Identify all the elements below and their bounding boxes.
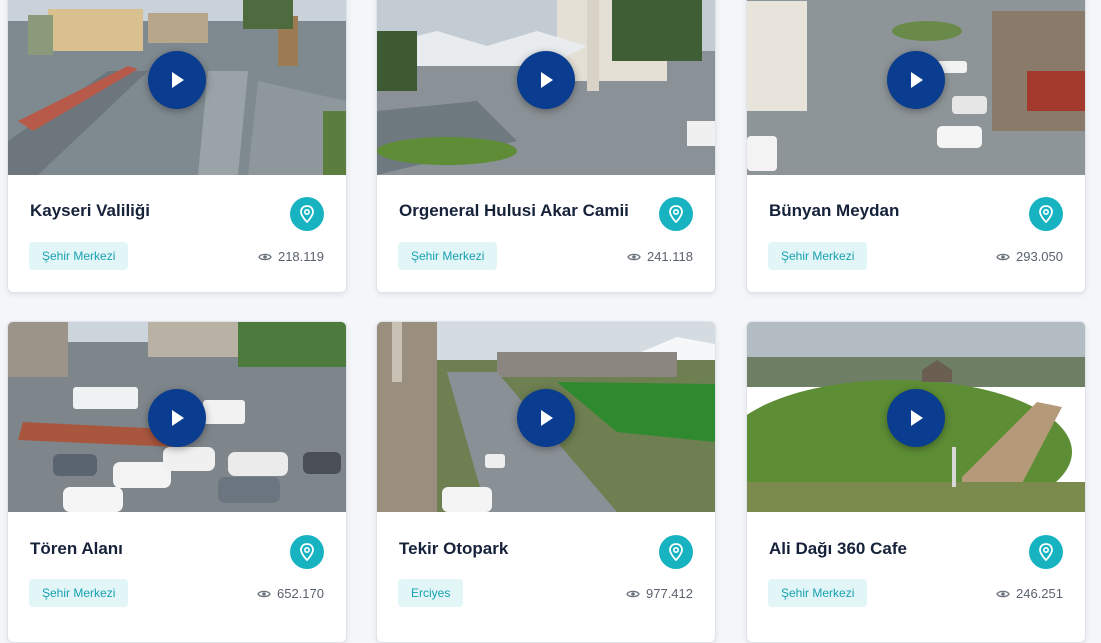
camera-grid: Kayseri Valiliği Şehir Merkezi 218.119 O…: [0, 0, 1101, 643]
eye-icon: [996, 253, 1010, 260]
camera-thumbnail[interactable]: [8, 322, 346, 512]
camera-card[interactable]: Bünyan Meydan Şehir Merkezi 293.050: [746, 0, 1086, 293]
eye-icon: [996, 590, 1010, 597]
camera-title[interactable]: Ali Dağı 360 Cafe: [769, 539, 907, 559]
category-tag[interactable]: Şehir Merkezi: [398, 242, 498, 270]
view-count: 293.050: [996, 249, 1063, 264]
play-button[interactable]: [148, 389, 206, 447]
view-count: 218.119: [258, 249, 324, 264]
camera-card[interactable]: Tekir Otopark Erciyes 977.412: [376, 321, 716, 643]
location-button[interactable]: [290, 197, 324, 231]
camera-card[interactable]: Ali Dağı 360 Cafe Şehir Merkezi 246.251: [746, 321, 1086, 643]
camera-thumbnail[interactable]: [747, 322, 1085, 512]
category-tag[interactable]: Şehir Merkezi: [29, 242, 129, 270]
location-button[interactable]: [290, 535, 324, 569]
category-tag[interactable]: Şehir Merkezi: [768, 579, 868, 607]
eye-icon: [258, 253, 272, 260]
camera-card[interactable]: Orgeneral Hulusi Akar Camii Şehir Merkez…: [376, 0, 716, 293]
camera-title[interactable]: Bünyan Meydan: [769, 201, 899, 221]
map-pin-icon: [1039, 543, 1053, 561]
play-button[interactable]: [148, 51, 206, 109]
play-icon: [172, 72, 184, 88]
play-icon: [911, 410, 923, 426]
map-pin-icon: [669, 205, 683, 223]
map-pin-icon: [1039, 205, 1053, 223]
camera-thumbnail[interactable]: [377, 322, 715, 512]
eye-icon: [627, 253, 641, 260]
location-button[interactable]: [659, 197, 693, 231]
view-count-value: 246.251: [1016, 586, 1063, 601]
camera-card[interactable]: Tören Alanı Şehir Merkezi 652.170: [7, 321, 347, 643]
play-button[interactable]: [887, 389, 945, 447]
map-pin-icon: [300, 543, 314, 561]
camera-card[interactable]: Kayseri Valiliği Şehir Merkezi 218.119: [7, 0, 347, 293]
view-count-value: 652.170: [277, 586, 324, 601]
camera-thumbnail[interactable]: [747, 0, 1085, 175]
view-count-value: 293.050: [1016, 249, 1063, 264]
camera-thumbnail[interactable]: [8, 0, 346, 175]
location-button[interactable]: [1029, 197, 1063, 231]
category-tag[interactable]: Şehir Merkezi: [29, 579, 129, 607]
play-icon: [172, 410, 184, 426]
view-count: 241.118: [627, 249, 693, 264]
camera-title[interactable]: Orgeneral Hulusi Akar Camii: [399, 201, 629, 221]
view-count: 652.170: [257, 586, 324, 601]
location-button[interactable]: [659, 535, 693, 569]
location-button[interactable]: [1029, 535, 1063, 569]
view-count: 246.251: [996, 586, 1063, 601]
view-count-value: 218.119: [277, 249, 324, 264]
camera-title[interactable]: Kayseri Valiliği: [30, 201, 150, 221]
play-icon: [541, 410, 553, 426]
play-button[interactable]: [517, 389, 575, 447]
camera-title[interactable]: Tekir Otopark: [399, 539, 508, 559]
play-icon: [911, 72, 923, 88]
play-icon: [541, 72, 553, 88]
eye-icon: [626, 590, 640, 597]
play-button[interactable]: [517, 51, 575, 109]
map-pin-icon: [669, 543, 683, 561]
map-pin-icon: [300, 205, 314, 223]
category-tag[interactable]: Şehir Merkezi: [768, 242, 868, 270]
eye-icon: [257, 590, 271, 597]
view-count-value: 977.412: [646, 586, 693, 601]
camera-title[interactable]: Tören Alanı: [30, 539, 123, 559]
play-button[interactable]: [887, 51, 945, 109]
category-tag[interactable]: Erciyes: [398, 579, 464, 607]
camera-thumbnail[interactable]: [377, 0, 715, 175]
view-count: 977.412: [626, 586, 693, 601]
view-count-value: 241.118: [646, 249, 693, 264]
